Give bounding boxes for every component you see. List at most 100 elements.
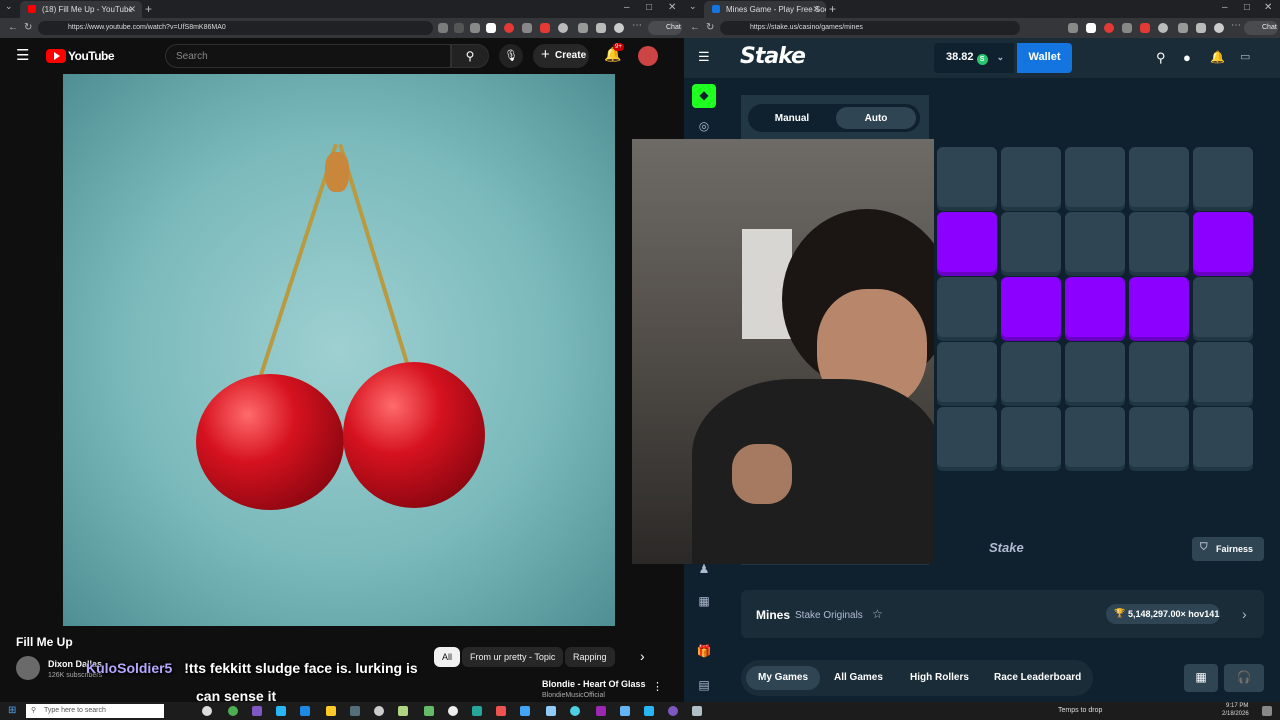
new-tab-icon[interactable]: + <box>829 2 836 16</box>
taskbar-app-icon[interactable] <box>374 706 384 716</box>
taskbar-app-icon[interactable] <box>350 706 360 716</box>
mines-tile[interactable] <box>1193 277 1253 337</box>
user-icon[interactable]: ● <box>1183 50 1191 65</box>
menu-dots-icon[interactable]: ⋯ <box>632 20 642 31</box>
taskbar-app-icon[interactable] <box>546 706 556 716</box>
weather-text[interactable]: Temps to drop <box>1058 707 1102 714</box>
mines-tile[interactable] <box>1065 212 1125 272</box>
more-options-icon[interactable]: ⋮ <box>652 680 663 693</box>
taskbar-app-icon[interactable] <box>668 706 678 716</box>
taskbar-app-icon[interactable] <box>424 706 434 716</box>
mines-tile[interactable] <box>1001 407 1061 467</box>
tab-list-icon[interactable]: ⌄ <box>5 1 13 12</box>
taskbar-app-icon[interactable] <box>472 706 482 716</box>
taskbar-app-icon[interactable] <box>496 706 506 716</box>
new-tab-icon[interactable]: + <box>145 2 152 16</box>
extension-icon[interactable] <box>486 23 496 33</box>
notification-center-icon[interactable] <box>1262 706 1272 716</box>
auto-mode-button[interactable]: Auto <box>836 107 916 129</box>
channel-avatar[interactable] <box>16 656 40 680</box>
taskbar-app-icon[interactable] <box>202 706 212 716</box>
mines-tile-gem[interactable] <box>1065 277 1125 337</box>
taskbar-steam-icon[interactable] <box>692 706 702 716</box>
search-input[interactable]: Search <box>165 44 451 68</box>
maximize-icon[interactable]: □ <box>646 2 652 13</box>
bookmarks-icon[interactable] <box>1196 23 1206 33</box>
wallet-button[interactable]: Wallet <box>1017 43 1072 73</box>
tab-my-games[interactable]: My Games <box>746 666 821 690</box>
mines-tile[interactable] <box>1065 407 1125 467</box>
hamburger-menu-icon[interactable]: ☰ <box>16 46 29 64</box>
mines-tile[interactable] <box>1129 407 1189 467</box>
game-subtitle[interactable]: Stake Originals <box>795 610 863 621</box>
manual-mode-button[interactable]: Manual <box>752 107 832 129</box>
notifications-bell-icon[interactable]: 🔔 <box>1210 50 1225 64</box>
taskbar-app-icon[interactable] <box>596 706 606 716</box>
mines-tile-gem[interactable] <box>937 212 997 272</box>
mines-tile[interactable] <box>937 147 997 207</box>
close-tab-icon[interactable]: ✕ <box>128 4 136 15</box>
hamburger-menu-icon[interactable]: ☰ <box>698 49 710 65</box>
favorite-star-icon[interactable]: ☆ <box>872 607 883 621</box>
extension-icon[interactable] <box>1104 23 1114 33</box>
casino-icon[interactable]: ◎ <box>692 115 716 139</box>
mines-tile[interactable] <box>1193 407 1253 467</box>
chevron-right-icon[interactable]: › <box>640 648 645 664</box>
taskbar-app-icon[interactable] <box>570 706 580 716</box>
chevron-right-icon[interactable]: › <box>1242 606 1247 622</box>
chip-from-ur-pretty[interactable]: From ur pretty - Topic <box>462 647 564 667</box>
mines-tile[interactable] <box>1193 147 1253 207</box>
extension-icon[interactable] <box>1158 23 1168 33</box>
search-icon[interactable]: ⚲ <box>1156 50 1166 66</box>
reload-icon[interactable]: ↻ <box>706 22 714 33</box>
close-window-icon[interactable]: ✕ <box>1264 2 1272 13</box>
tab-stake-mines[interactable]: Mines Game - Play Free Social Ca ✕ <box>704 1 826 18</box>
taskbar-app-icon[interactable] <box>252 706 262 716</box>
menu-dots-icon[interactable]: ⋯ <box>1231 20 1241 31</box>
extension-icon[interactable] <box>1178 23 1188 33</box>
taskbar-app-icon[interactable] <box>300 706 310 716</box>
chat-icon[interactable]: ▭ <box>1240 50 1250 63</box>
clock-time[interactable]: 9:17 PM <box>1226 703 1248 709</box>
video-player[interactable] <box>63 74 615 626</box>
recommended-video-title[interactable]: Blondie - Heart Of Glass <box>542 679 646 689</box>
bookmarks-icon[interactable] <box>596 23 606 33</box>
mines-tile[interactable] <box>1065 342 1125 402</box>
chat-button[interactable]: Chat <box>648 21 682 35</box>
maximize-icon[interactable]: □ <box>1244 2 1250 13</box>
mines-tile[interactable] <box>1065 147 1125 207</box>
vip-shield-icon[interactable]: ◆ <box>692 84 716 108</box>
taskbar-app-icon[interactable] <box>520 706 530 716</box>
taskbar-app-icon[interactable] <box>398 706 408 716</box>
taskbar-app-icon[interactable] <box>620 706 630 716</box>
account-avatar[interactable] <box>638 46 658 66</box>
clock-date[interactable]: 2/18/2026 <box>1222 711 1249 717</box>
extension-icon[interactable] <box>1068 23 1078 33</box>
mines-tile[interactable] <box>937 277 997 337</box>
youtube-logo-icon[interactable] <box>46 49 66 63</box>
chip-all[interactable]: All <box>434 647 461 667</box>
gift-icon[interactable]: 🎁 <box>692 640 716 664</box>
taskbar-app-icon[interactable] <box>644 706 654 716</box>
live-support-button[interactable]: 🎧 <box>1224 664 1264 692</box>
mines-tile[interactable] <box>937 407 997 467</box>
extension-icon[interactable] <box>504 23 514 33</box>
tab-race-leaderboard[interactable]: Race Leaderboard <box>982 666 1093 690</box>
grid-menu-icon[interactable]: ▦ <box>692 590 716 614</box>
extension-icon[interactable] <box>454 23 464 33</box>
extension-icon[interactable] <box>522 23 532 33</box>
extension-icon[interactable] <box>1140 23 1150 33</box>
url-field[interactable]: https://www.youtube.com/watch?v=UfS8mK86… <box>38 21 433 35</box>
back-icon[interactable]: ← <box>8 22 18 33</box>
chip-rapping[interactable]: Rapping <box>565 647 615 667</box>
taskbar-obs-icon[interactable] <box>448 706 458 716</box>
extension-icon[interactable] <box>558 23 568 33</box>
extension-icon[interactable] <box>470 23 480 33</box>
taskbar-chrome-icon[interactable] <box>228 706 238 716</box>
mines-tile-gem[interactable] <box>1193 212 1253 272</box>
search-button[interactable]: ⚲ <box>451 44 489 68</box>
taskbar-folder-icon[interactable] <box>326 706 336 716</box>
minimize-icon[interactable]: – <box>1222 2 1228 13</box>
taskbar-search-input[interactable]: ⚲ Type here to search <box>26 704 164 718</box>
back-icon[interactable]: ← <box>690 22 700 33</box>
